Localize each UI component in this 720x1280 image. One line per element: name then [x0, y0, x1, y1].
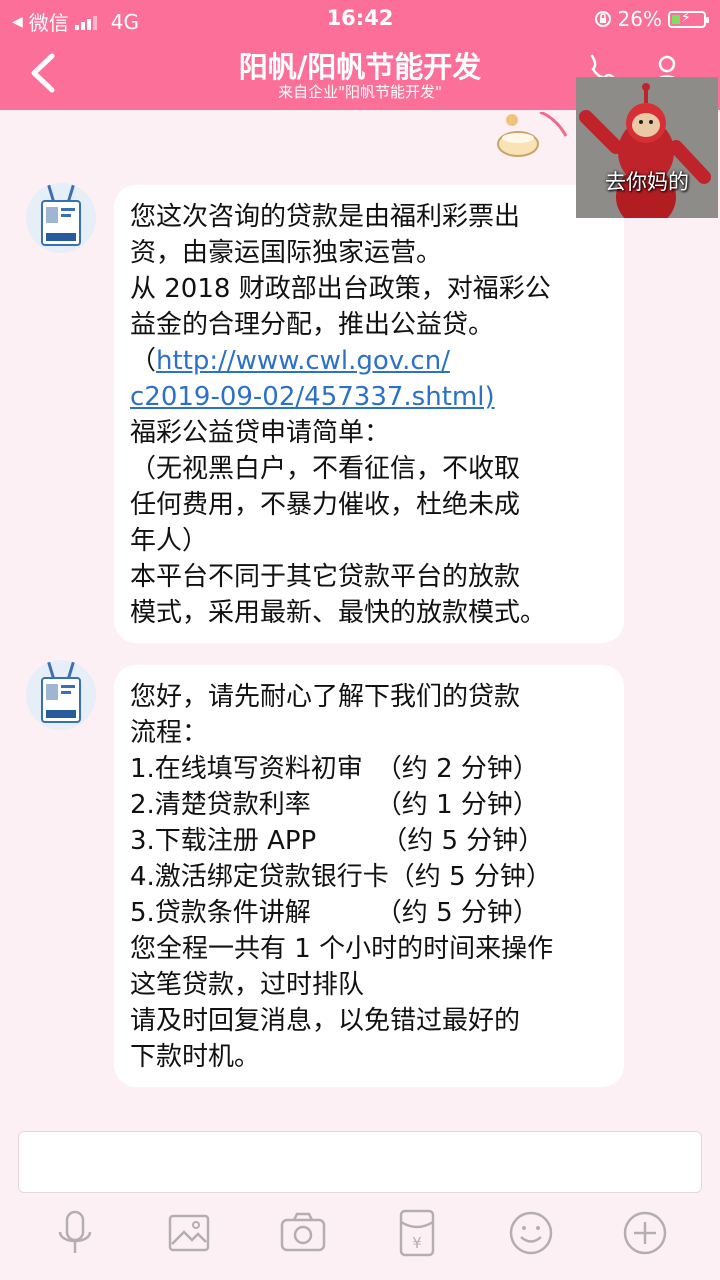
- microphone-icon[interactable]: [50, 1208, 100, 1258]
- battery-icon: ⚡: [668, 9, 709, 28]
- plus-icon[interactable]: [620, 1208, 670, 1258]
- message-line: 年人）: [130, 526, 209, 556]
- message-line: 5.贷款条件讲解 （约 5 分钟）: [130, 898, 539, 928]
- status-bar: ◀ 微信 4G 16:42 26% ⚡: [0, 0, 720, 38]
- battery-percent: 26%: [617, 7, 662, 31]
- floating-sticker[interactable]: 去你妈的: [576, 77, 718, 218]
- message-line: 4.激活绑定贷款银行卡（约 5 分钟）: [130, 862, 552, 892]
- message-line: 流程：: [130, 718, 209, 748]
- battery-fill: [672, 14, 680, 24]
- sender-avatar[interactable]: [26, 660, 96, 730]
- svg-text:¥: ¥: [412, 1234, 422, 1252]
- message-line: 请及时回复消息，以免错过最好的: [130, 1006, 521, 1036]
- message-line: （http://www.cwl.gov.cn/: [130, 343, 608, 379]
- red-packet-icon[interactable]: ¥: [392, 1208, 442, 1258]
- image-icon[interactable]: [164, 1208, 214, 1258]
- message-line: 资，由豪运国际独家运营。: [130, 238, 443, 268]
- avatar-image: [26, 660, 96, 730]
- message-line: 您全程一共有 1 个小时的时间来操作: [130, 934, 554, 964]
- message-line: 下款时机。: [130, 1042, 261, 1072]
- status-right: 26% ⚡: [594, 7, 709, 31]
- message-line: c2019-09-02/457337.shtml): [130, 379, 608, 415]
- message-link[interactable]: http://www.cwl.gov.cn/: [156, 346, 450, 376]
- message-line: 任何费用，不暴力催收，杜绝未成: [130, 490, 521, 520]
- teletubby-image: [576, 77, 718, 218]
- message-line: 您好，请先耐心了解下我们的贷款: [130, 682, 521, 712]
- decoration-bowl-icon: [497, 112, 568, 157]
- message-line: 这笔贷款，过时排队: [130, 970, 365, 1000]
- avatar-image: [26, 183, 96, 253]
- message-bubble[interactable]: 您好，请先耐心了解下我们的贷款 流程： 1.在线填写资料初审 （约 2 分钟） …: [114, 665, 624, 1087]
- message-link-cont[interactable]: c2019-09-02/457337.shtml): [130, 382, 495, 412]
- sender-avatar[interactable]: [26, 183, 96, 253]
- emoji-icon[interactable]: [506, 1208, 556, 1258]
- paren-open: （: [130, 346, 157, 376]
- message-bubble[interactable]: 您这次咨询的贷款是由福利彩票出 资，由豪运国际独家运营。 从 2018 财政部出…: [114, 185, 624, 643]
- message-line: 1.在线填写资料初审 （约 2 分钟）: [130, 754, 539, 784]
- message-line: 模式，采用最新、最快的放款模式。: [130, 598, 547, 628]
- charging-icon: ⚡: [681, 9, 691, 26]
- message-line: 福彩公益贷申请简单：: [130, 418, 391, 448]
- message-input[interactable]: [18, 1131, 702, 1193]
- input-toolbar: ¥: [0, 1198, 720, 1280]
- camera-icon[interactable]: [278, 1208, 328, 1258]
- message-line: 3.下载注册 APP （约 5 分钟）: [130, 826, 545, 856]
- message-line: 2.清楚贷款利率 （约 1 分钟）: [130, 790, 539, 820]
- message-line: 本平台不同于其它贷款平台的放款: [130, 562, 521, 592]
- message-line: 您这次咨询的贷款是由福利彩票出: [130, 202, 521, 232]
- sticker-caption: 去你妈的: [605, 170, 689, 194]
- message-line: 益金的合理分配，推出公益贷。: [130, 310, 495, 340]
- message-line: （无视黑白户，不看征信，不收取: [130, 454, 521, 484]
- orientation-lock-icon: [594, 11, 611, 27]
- message-line: 从 2018 财政部出台政策，对福彩公: [130, 274, 551, 304]
